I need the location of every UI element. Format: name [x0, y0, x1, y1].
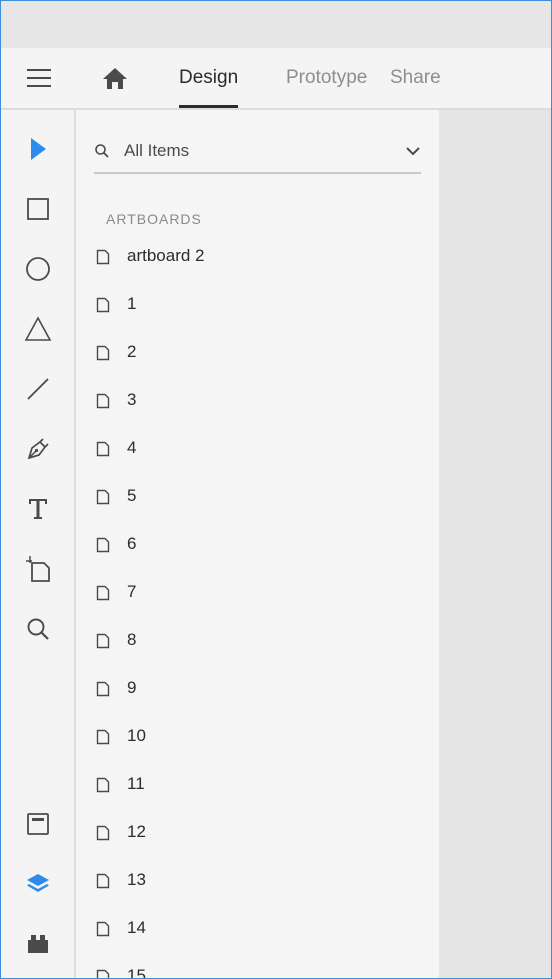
chevron-down-icon	[406, 147, 420, 156]
artboard-doc-icon	[96, 489, 110, 505]
filter-value: All Items	[124, 141, 190, 160]
list-item[interactable]: 2	[76, 328, 439, 376]
artboard-doc-icon	[96, 585, 110, 601]
list-item[interactable]: 15	[76, 952, 439, 979]
list-item-label: artboard 2	[127, 246, 205, 265]
list-item-label: 11	[127, 774, 145, 793]
artboard-doc-icon	[96, 825, 110, 841]
rectangle-icon[interactable]	[23, 194, 53, 224]
filter-dropdown[interactable]: All Items	[94, 134, 421, 174]
list-item[interactable]: 12	[76, 808, 439, 856]
list-item[interactable]: 8	[76, 616, 439, 664]
list-item[interactable]: 5	[76, 472, 439, 520]
select-icon[interactable]	[23, 134, 53, 164]
tool-bar	[1, 110, 76, 978]
artboard-doc-icon	[96, 297, 110, 313]
list-item[interactable]: 14	[76, 904, 439, 952]
tab-share[interactable]: Share	[390, 67, 441, 89]
tab-prototype[interactable]: Prototype	[286, 67, 367, 89]
hamburger-menu-icon[interactable]	[27, 69, 51, 87]
list-item-label: 7	[127, 582, 137, 601]
polygon-icon[interactable]	[23, 314, 53, 344]
list-item[interactable]: 3	[76, 376, 439, 424]
tab-design[interactable]: Design	[179, 67, 239, 108]
title-bar	[1, 1, 551, 48]
tab-share-label: Share	[390, 67, 441, 88]
list-item-label: 10	[127, 726, 146, 745]
list-item[interactable]: 1	[76, 280, 439, 328]
list-item[interactable]: 13	[76, 856, 439, 904]
artboard-doc-icon	[96, 393, 110, 409]
tab-design-label: Design	[179, 67, 239, 88]
list-item[interactable]: artboard 2	[76, 232, 439, 280]
list-item-label: 6	[127, 534, 137, 553]
pen-icon[interactable]	[23, 434, 53, 464]
list-item[interactable]: 10	[76, 712, 439, 760]
artboard-doc-icon	[96, 681, 110, 697]
artboard-doc-icon	[96, 249, 110, 265]
assets-icon[interactable]	[23, 809, 53, 839]
artboard-doc-icon	[96, 969, 110, 978]
artboard-icon[interactable]	[23, 554, 53, 584]
list-item-label: 12	[127, 822, 146, 841]
canvas-area[interactable]	[439, 110, 551, 978]
artboard-list: artboard 2 1 2 3 4 5 6 7 8 9 10 11 12 13 14 15	[76, 232, 439, 979]
list-item-label: 3	[127, 390, 137, 409]
plugins-icon[interactable]	[23, 929, 53, 959]
list-item[interactable]: 6	[76, 520, 439, 568]
home-icon[interactable]	[101, 66, 129, 90]
list-item-label: 15	[127, 966, 146, 979]
list-item-label: 9	[127, 678, 137, 697]
artboard-doc-icon	[96, 537, 110, 553]
artboard-doc-icon	[96, 345, 110, 361]
app-window: Design Prototype Share All Items ARTBOAR…	[0, 0, 552, 979]
ellipse-icon[interactable]	[23, 254, 53, 284]
section-label: ARTBOARDS	[106, 211, 202, 227]
list-item[interactable]: 9	[76, 664, 439, 712]
list-item[interactable]: 11	[76, 760, 439, 808]
list-item[interactable]: 7	[76, 568, 439, 616]
line-icon[interactable]	[23, 374, 53, 404]
tab-prototype-label: Prototype	[286, 67, 368, 88]
artboard-doc-icon	[96, 921, 110, 937]
artboard-doc-icon	[96, 729, 110, 745]
layers-icon[interactable]	[23, 869, 53, 899]
artboard-doc-icon	[96, 633, 110, 649]
list-item-label: 13	[127, 870, 146, 889]
list-item-label: 14	[127, 918, 146, 937]
header: Design Prototype Share	[1, 48, 551, 110]
text-icon[interactable]	[23, 494, 53, 524]
list-item[interactable]: 4	[76, 424, 439, 472]
list-item-label: 8	[127, 630, 137, 649]
list-item-label: 1	[127, 294, 137, 313]
active-tab-underline	[179, 105, 239, 108]
layers-panel: All Items ARTBOARDS artboard 21234567891…	[76, 110, 439, 978]
list-item-label: 5	[127, 486, 137, 505]
zoom-icon[interactable]	[23, 614, 53, 644]
artboard-doc-icon	[96, 441, 110, 457]
artboard-doc-icon	[96, 873, 110, 889]
list-item-label: 2	[127, 342, 137, 361]
artboard-doc-icon	[96, 777, 110, 793]
search-icon	[95, 144, 109, 158]
list-item-label: 4	[127, 438, 137, 457]
